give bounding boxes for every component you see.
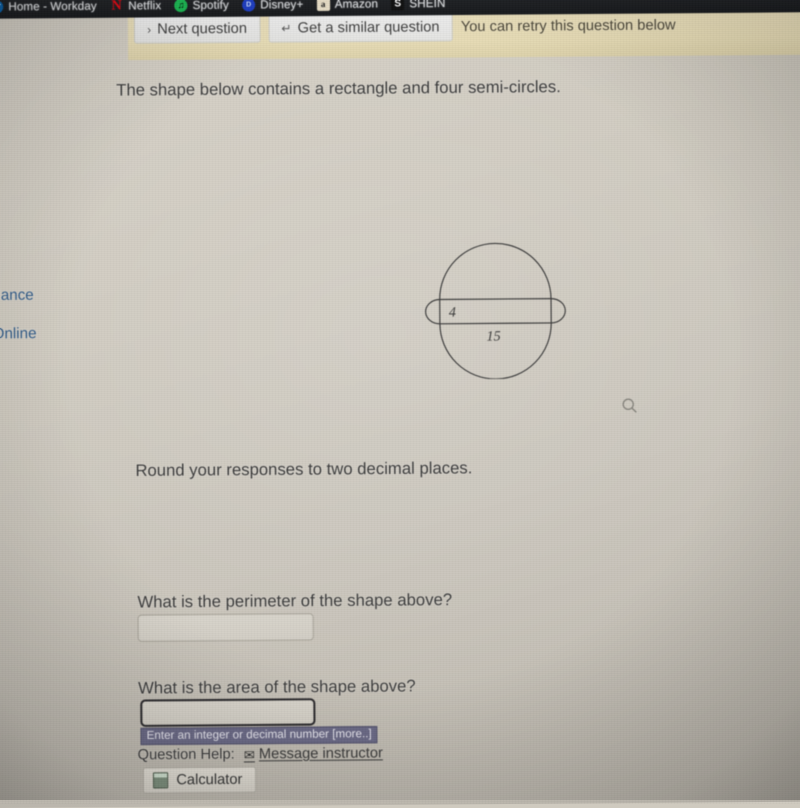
area-question-label: What is the area of the shape above? [138, 677, 416, 698]
get-similar-question-button[interactable]: ↵ Get a similar question [268, 12, 453, 43]
next-question-label: Next question [157, 20, 248, 38]
geometry-figure-svg: 4 15 [425, 242, 566, 380]
geometry-figure: 4 15 [419, 222, 572, 380]
calculator-icon [152, 772, 169, 789]
refresh-icon: ↵ [281, 21, 292, 36]
disney-icon: D [241, 0, 256, 12]
bookmark-label: Spotify [192, 0, 229, 12]
netflix-icon: N [111, 0, 122, 14]
message-instructor-link[interactable]: ✉ Message instructor [244, 745, 383, 762]
semicircle-top [439, 242, 552, 300]
amazon-icon: a [316, 0, 330, 12]
bookmark-item-workday[interactable]: W Home - Workday [0, 0, 106, 17]
perimeter-question-label: What is the perimeter of the shape above… [137, 590, 453, 612]
spotify-icon: ♫ [174, 0, 188, 13]
question-intro-text: The shape below contains a rectangle and… [116, 77, 561, 100]
photographed-screen: W Home - Workday N Netflix ♫ Spotify D D… [0, 0, 800, 808]
area-input-tooltip: Enter an integer or decimal number [more… [140, 726, 378, 746]
magnifier-icon-svg [622, 398, 637, 413]
central-rectangle [439, 298, 552, 325]
rounding-instruction: Round your responses to two decimal plac… [135, 459, 473, 481]
question-help-row: Question Help: ✉ Message instructor [138, 745, 383, 763]
bookmark-label: Disney+ [260, 0, 304, 11]
semicircle-right [551, 298, 566, 324]
next-question-button[interactable]: › Next question [133, 14, 261, 44]
bookmark-label: Netflix [128, 0, 162, 12]
message-instructor-label: Message instructor [258, 745, 383, 763]
question-content: The shape below contains a rectangle and… [0, 0, 800, 808]
bookmark-item-netflix[interactable]: N Netflix [106, 0, 171, 16]
calculator-button[interactable]: Calculator [142, 766, 257, 794]
bookmark-item-disney[interactable]: D Disney+ [238, 0, 313, 15]
bookmark-label: Amazon [334, 0, 379, 11]
calculator-label: Calculator [176, 771, 243, 789]
figure-width-label: 15 [486, 329, 500, 345]
perimeter-answer-input[interactable] [137, 613, 314, 642]
retry-note: You can retry this question below [460, 17, 676, 36]
envelope-icon: ✉ [243, 746, 255, 763]
figure-height-label: 4 [449, 305, 456, 321]
bookmark-item-amazon[interactable]: a Amazon [312, 0, 387, 14]
shein-icon: S [391, 0, 405, 11]
bookmark-item-shein[interactable]: S SHEIN [387, 0, 455, 14]
workday-icon: W [0, 0, 4, 14]
bookmark-item-spotify[interactable]: ♫ Spotify [170, 0, 238, 15]
bookmark-label: Home - Workday [8, 0, 97, 13]
bookmark-label: SHEIN [409, 0, 446, 10]
question-help-label: Question Help: [137, 746, 235, 764]
magnifier-icon[interactable] [620, 396, 640, 416]
similar-question-label: Get a similar question [297, 19, 440, 37]
area-answer-input[interactable] [140, 698, 316, 727]
semicircle-left [425, 298, 440, 325]
chevron-right-icon: › [147, 22, 152, 37]
